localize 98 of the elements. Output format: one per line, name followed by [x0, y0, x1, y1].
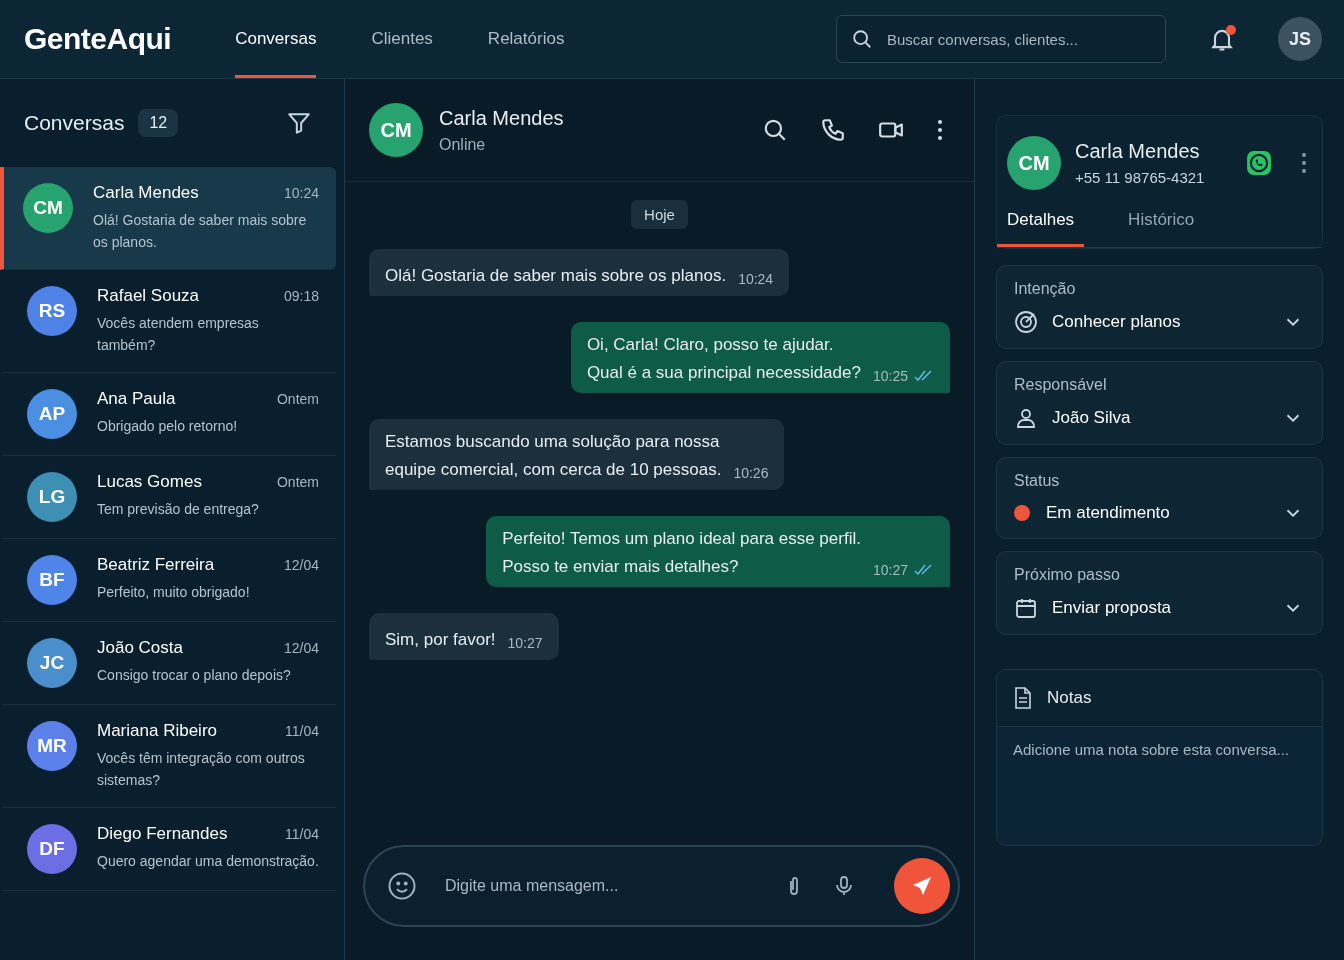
- message-time: 12/04: [283, 640, 319, 656]
- message-time: 10:25: [872, 368, 908, 384]
- message-text: Estamos buscando uma solução para nossa: [385, 431, 721, 453]
- field-value: Enviar proposta: [1052, 598, 1173, 618]
- nav-tab[interactable]: Clientes: [371, 0, 433, 78]
- contact-avatar: BF: [27, 555, 77, 605]
- message-text: Posso te enviar mais detalhes?: [502, 556, 740, 578]
- conversation-item[interactable]: AP Ana Paula Ontem Obrigado pelo retorno!: [0, 373, 336, 456]
- filter-icon[interactable]: [286, 110, 312, 136]
- contact-name: Carla Mendes: [439, 106, 564, 130]
- message-input[interactable]: Digite uma mensagem...: [443, 876, 756, 896]
- contact-avatar: MR: [27, 721, 77, 771]
- conversation-item[interactable]: RS Rafael Souza 09:18 Vocês atendem empresas também?: [0, 270, 336, 373]
- conversation-item[interactable]: MR Mariana Ribeiro 11/04 Vocês têm integração com outros sistemas?: [0, 705, 336, 808]
- more-icon[interactable]: [1300, 151, 1308, 175]
- message-text: Olá! Gostaria de saber mais sobre os planos.: [385, 265, 727, 287]
- contact-name: Lucas Gomes: [97, 472, 202, 492]
- message-preview: Perfeito, muito obrigado!: [97, 583, 251, 602]
- emoji-icon[interactable]: [387, 871, 417, 901]
- field-card[interactable]: Intenção Conhecer planos: [996, 265, 1323, 349]
- person-icon: [1014, 406, 1038, 430]
- field-value: Em atendimento: [1046, 503, 1171, 523]
- field-card[interactable]: Status Em atendimento: [996, 457, 1323, 539]
- contact-name: Mariana Ribeiro: [97, 721, 217, 741]
- conversation-item[interactable]: JC João Costa 12/04 Consigo trocar o plano depois?: [0, 622, 336, 705]
- target-icon: [1014, 310, 1038, 334]
- field-label: Intenção: [1014, 280, 1077, 298]
- chat-bubble-icon[interactable]: [1246, 150, 1272, 176]
- message-preview: Vocês atendem empresas também?: [97, 314, 260, 355]
- contact-avatar: DF: [27, 824, 77, 874]
- logo: GenteAqui: [24, 22, 172, 56]
- message-preview: Olá! Gostaria de saber mais sobre os planos.: [93, 211, 308, 252]
- contact-status: Online: [439, 135, 487, 154]
- contact-name: Carla Mendes: [93, 183, 199, 203]
- send-button[interactable]: [894, 858, 950, 914]
- message-time: 11/04: [285, 826, 319, 842]
- message-time: 10:24: [738, 271, 774, 287]
- message-time: 10:24: [283, 185, 319, 201]
- message-time: 11/04: [285, 723, 319, 739]
- details-tab[interactable]: Detalhes: [997, 210, 1085, 247]
- field-card[interactable]: Responsável João Silva: [996, 361, 1323, 445]
- more-icon[interactable]: [936, 118, 944, 142]
- user-avatar[interactable]: JS: [1278, 17, 1322, 61]
- message-time: 10:27: [507, 635, 543, 651]
- contact-avatar: LG: [27, 472, 77, 522]
- message-time: 09:18: [283, 288, 319, 304]
- list-title: Conversas: [24, 111, 125, 135]
- message-preview: Tem previsão de entrega?: [97, 500, 260, 519]
- message-text: Perfeito! Temos um plano ideal para esse perfil.: [502, 528, 861, 550]
- field-card[interactable]: Próximo passo Enviar proposta: [996, 551, 1323, 635]
- nav-tab[interactable]: Relatórios: [487, 0, 565, 78]
- contact-name: Ana Paula: [97, 389, 176, 409]
- contact-avatar: RS: [27, 286, 77, 336]
- field-label: Próximo passo: [1014, 566, 1121, 584]
- calendar-icon: [1014, 596, 1038, 620]
- count-badge: 12: [138, 109, 179, 137]
- notes-title: Notas: [1047, 688, 1092, 708]
- search-icon: [851, 28, 873, 50]
- contact-avatar: CM: [1007, 136, 1061, 190]
- contact-name: Diego Fernandes: [97, 824, 228, 844]
- conversation-item[interactable]: LG Lucas Gomes Ontem Tem previsão de entrega?: [0, 456, 336, 539]
- contact-avatar: AP: [27, 389, 77, 439]
- conversation-item[interactable]: DF Diego Fernandes 11/04 Quero agendar uma demonstração.: [0, 808, 336, 891]
- conversation-item[interactable]: BF Beatriz Ferreira 12/04 Perfeito, muito obrigado!: [0, 539, 336, 622]
- message-time: 10:27: [872, 562, 908, 578]
- field-value: Conhecer planos: [1052, 312, 1182, 332]
- contact-name: Carla Mendes: [1075, 140, 1201, 163]
- search-field[interactable]: Buscar conversas, clientes...: [836, 15, 1166, 63]
- message-preview: Obrigado pelo retorno!: [97, 417, 239, 436]
- message-time: Ontem: [277, 474, 319, 490]
- message-composer[interactable]: Digite uma mensagem...: [363, 845, 960, 927]
- contact-name: Beatriz Ferreira: [97, 555, 215, 575]
- message-preview: Vocês têm integração com outros sistemas?: [97, 749, 306, 790]
- conversation-item[interactable]: CM Carla Mendes 10:24 Olá! Gostaria de saber mais sobre os planos.: [0, 167, 336, 270]
- message-preview: Consigo trocar o plano depois?: [97, 666, 292, 685]
- search-icon[interactable]: [762, 117, 788, 143]
- message-text: equipe comercial, com cerca de 10 pessoas.: [385, 459, 722, 481]
- contact-avatar: JC: [27, 638, 77, 688]
- search-input[interactable]: Buscar conversas, clientes...: [885, 29, 1151, 49]
- field-value: João Silva: [1052, 408, 1132, 428]
- details-tab[interactable]: Histórico: [1118, 210, 1205, 247]
- message-time: 10:26: [733, 465, 769, 481]
- field-label: Responsável: [1014, 376, 1108, 394]
- message-text: Oi, Carla! Claro, posso te ajudar.: [586, 334, 835, 356]
- contact-avatar: CM: [23, 183, 73, 233]
- contact-name: João Costa: [97, 638, 183, 658]
- message-text: Qual é a sua principal necessidade?: [586, 362, 861, 384]
- contact-name: Rafael Souza: [97, 286, 200, 306]
- contact-avatar: CM: [369, 103, 423, 157]
- message-time: Ontem: [277, 391, 319, 407]
- message-time: 12/04: [283, 557, 319, 573]
- field-label: Status: [1014, 472, 1061, 490]
- date-chip: Hoje: [631, 200, 688, 229]
- message-text: Sim, por favor!: [385, 629, 496, 651]
- note-field[interactable]: Adicione uma nota sobre esta conversa...: [997, 727, 1322, 845]
- phone-icon[interactable]: [820, 117, 846, 143]
- message-preview: Quero agendar uma demonstração.: [97, 852, 319, 871]
- phone-number: +55 11 98765-4321: [1075, 169, 1205, 186]
